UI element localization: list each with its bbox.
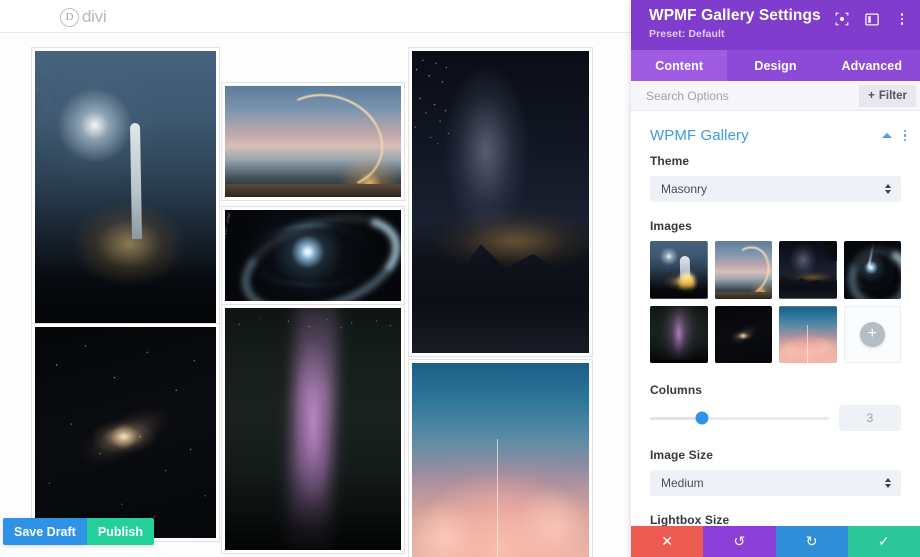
page-canvas: D divi Save Draft Publish [0,0,631,557]
discard-button[interactable]: ✕ [631,526,704,557]
section-more-vertical-icon[interactable] [903,129,906,142]
thumbnail-pink-clouds[interactable] [779,305,837,363]
wpmf-gallery-preview [0,33,631,557]
section-header-icons [881,129,906,142]
theme-select[interactable]: Masonry [650,176,901,202]
panel-body[interactable]: WPMF Gallery Theme Masonry Images + Colu… [631,111,920,526]
thumbnail-shuttle[interactable] [650,241,708,299]
gallery-image-milkyway-pink[interactable] [221,304,405,554]
filter-button[interactable]: + Filter [859,84,916,107]
draft-actions: Save Draft Publish [3,518,154,545]
chevron-up-icon[interactable] [881,133,892,138]
save-draft-button[interactable]: Save Draft [3,518,87,545]
gallery-image-shuttle[interactable] [31,47,220,331]
columns-slider[interactable] [650,411,829,425]
field-theme: Theme Masonry [631,154,920,202]
more-vertical-icon[interactable] [894,11,910,27]
tab-content[interactable]: Content [631,50,728,81]
section-header-wpmf-gallery: WPMF Gallery [631,111,920,154]
field-image-size: Image Size Medium [631,448,920,496]
columns-slider-knob[interactable] [695,411,709,425]
divi-wordmark: divi [82,7,107,26]
gallery-image-milkyway-mountain[interactable] [408,47,593,357]
panel-action-bar: ✕ ↺ ↻ ✓ [631,526,920,557]
panel-header: WPMF Gallery Settings Preset: Default [631,0,920,50]
image-thumbnail-grid: + [650,241,901,363]
search-bar: + Filter [631,81,920,111]
thumbnail-andromeda[interactable] [714,305,772,363]
select-arrows-icon [885,184,891,194]
publish-button[interactable]: Publish [86,518,154,545]
panel-header-icons [834,11,910,27]
gallery-image-vortex[interactable] [221,206,405,305]
select-arrows-icon [885,478,891,488]
panel-preset-label[interactable]: Preset: Default [649,28,908,40]
thumbnail-vortex[interactable] [843,241,901,299]
columns-slider-row: 3 [650,405,901,431]
thumbnail-rocket-arc[interactable] [714,241,772,299]
target-icon[interactable] [834,11,850,27]
layout-columns-icon[interactable] [864,11,880,27]
field-lightbox-size: Lightbox Size Large [631,513,920,526]
field-images: Images + [631,219,920,363]
gallery-image-andromeda[interactable] [31,323,220,542]
thumbnail-milkyway-mountain[interactable] [779,241,837,299]
field-columns: Columns 3 [631,383,920,431]
filter-button-label: Filter [878,89,907,102]
redo-button[interactable]: ↻ [775,526,848,557]
columns-value[interactable]: 3 [839,405,901,431]
wpmf-gallery-settings-panel: WPMF Gallery Settings Preset: Default Co… [631,0,920,557]
panel-tabs: Content Design Advanced [631,50,920,81]
image-size-value: Medium [661,476,704,490]
divi-builder-screen: D divi Save Draft Publish WPMF Gallery S… [0,0,920,557]
columns-slider-fill [650,416,702,420]
gallery-image-pink-clouds[interactable] [408,359,593,557]
tab-advanced[interactable]: Advanced [824,50,920,81]
gallery-image-rocket-arc[interactable] [221,82,405,201]
columns-label: Columns [650,383,703,397]
search-input[interactable] [646,88,860,103]
theme-label: Theme [650,154,690,168]
section-title: WPMF Gallery [650,127,749,144]
theme-value: Masonry [661,182,708,196]
plus-icon: + [868,89,875,102]
canvas-topbar: D divi [0,0,631,33]
images-label: Images [650,219,692,233]
save-button[interactable]: ✓ [847,526,920,557]
add-image-button[interactable]: + [843,305,901,363]
undo-button[interactable]: ↺ [703,526,776,557]
tab-design[interactable]: Design [727,50,823,81]
image-size-label: Image Size [650,448,714,462]
divi-logo: D divi [60,7,107,27]
lightbox-size-label: Lightbox Size [650,513,730,526]
image-size-select[interactable]: Medium [650,470,901,496]
thumbnail-milkyway-pink[interactable] [650,305,708,363]
plus-icon: + [859,321,885,347]
divi-mark-icon: D [60,7,79,27]
